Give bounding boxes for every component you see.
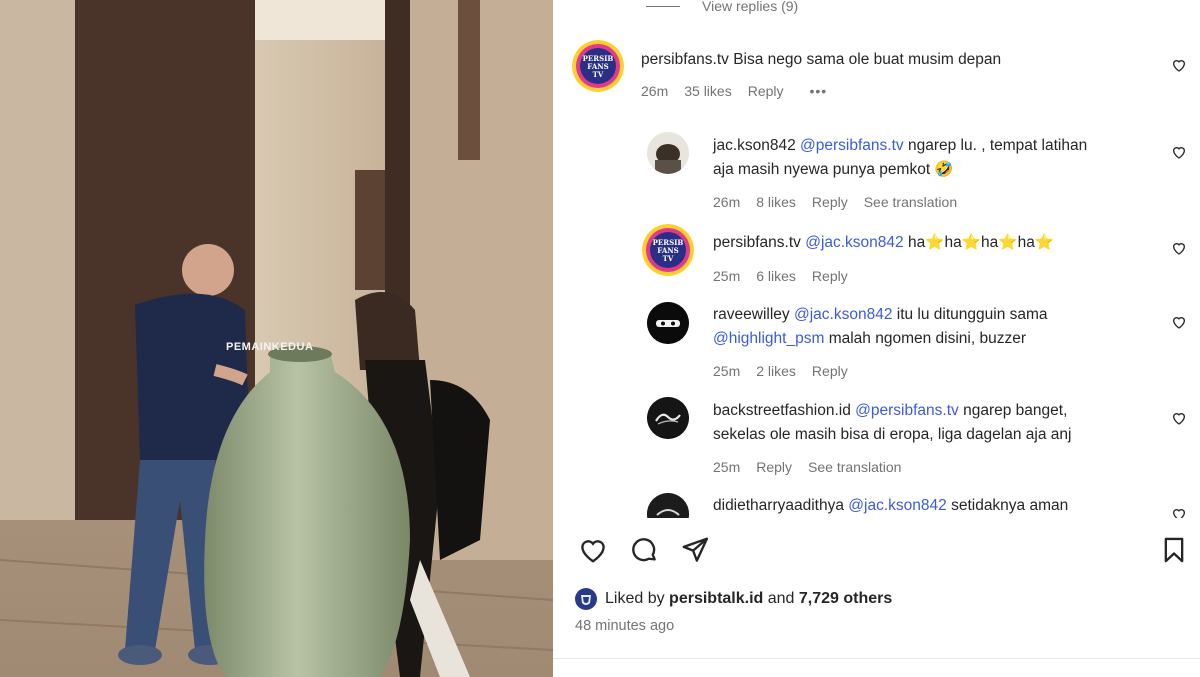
more-options-button[interactable]: ••• xyxy=(810,83,828,99)
comments-list[interactable]: View replies (9) PERSIB FANS TV persibfa… xyxy=(553,0,1200,518)
reply-body-line2: malah ngomen disini, buzzer xyxy=(824,330,1026,347)
reply-text: raveewilley @jac.kson842 itu lu ditunggu… xyxy=(713,303,1173,351)
reply-body-line2: aja masih nyewa punya pemkot 🤣 xyxy=(713,161,954,178)
comment-main-meta: 26m 35 likes Reply ••• xyxy=(641,83,827,99)
heart-icon[interactable] xyxy=(1171,240,1187,256)
liked-by-count[interactable]: 7,729 others xyxy=(799,590,892,607)
ninja-avatar-icon xyxy=(647,302,689,344)
reply-body-line1: ha⭐ha⭐ha⭐ha⭐ xyxy=(903,234,1055,251)
reply-button[interactable]: Reply xyxy=(756,459,792,475)
video-watermark: PEMAINKEDUA xyxy=(226,341,314,353)
heart-icon[interactable] xyxy=(577,535,609,565)
user-photo-icon xyxy=(647,493,689,518)
reply-text: didietharryaadithya @jac.kson842 setidak… xyxy=(713,494,1183,518)
heart-icon[interactable] xyxy=(1171,144,1187,160)
heart-icon[interactable] xyxy=(1171,410,1187,426)
post-timestamp[interactable]: 48 minutes ago xyxy=(575,618,674,634)
reply-time: 25m xyxy=(713,459,741,475)
reply-body-line1: ngarep banget, xyxy=(958,402,1068,419)
avatar-jackson[interactable] xyxy=(647,132,689,174)
comment-username[interactable]: persibfans.tv xyxy=(641,51,729,68)
reply-body-line1: setidaknya aman xyxy=(946,497,1069,514)
view-replies-line xyxy=(646,5,680,7)
reply-likes[interactable]: 2 likes xyxy=(756,363,796,379)
reply-button[interactable]: Reply xyxy=(812,268,848,284)
reply-username[interactable]: raveewilley xyxy=(713,306,790,323)
reply-button[interactable]: Reply xyxy=(748,83,784,99)
comment-body: Bisa nego sama ole buat musim depan xyxy=(733,51,1002,68)
reply-button[interactable]: Reply xyxy=(812,363,848,379)
heart-icon[interactable] xyxy=(1171,506,1187,518)
reply-meta: 25m Reply See translation xyxy=(713,459,901,475)
reply-username[interactable]: backstreetfashion.id xyxy=(713,402,851,419)
post-video[interactable]: PEMAINKEDUA xyxy=(0,0,553,677)
reply-meta: 26m 8 likes Reply See translation xyxy=(713,194,957,210)
avatar-text-3: TV xyxy=(662,254,674,263)
avatar-backstreetfashion[interactable] xyxy=(647,397,689,439)
reply-body-line1: itu lu ditungguin sama xyxy=(892,306,1048,323)
reply-mention[interactable]: @persibfans.tv xyxy=(855,402,959,419)
user-photo-icon xyxy=(647,132,689,174)
reply-meta: 25m 6 likes Reply xyxy=(713,268,848,284)
reply-button[interactable]: Reply xyxy=(812,194,848,210)
comment-likes[interactable]: 35 likes xyxy=(684,83,731,99)
avatar-persibfans[interactable]: PERSIB FANS TV xyxy=(572,40,624,92)
reply-text: jac.kson842 @persibfans.tv ngarep lu. , … xyxy=(713,134,1173,182)
comment-icon[interactable] xyxy=(629,535,659,565)
see-translation-button[interactable]: See translation xyxy=(864,194,957,210)
comments-panel: View replies (9) PERSIB FANS TV persibfa… xyxy=(553,0,1200,677)
liked-by: Liked by persibtalk.id and 7,729 others xyxy=(575,588,892,610)
reply-mention[interactable]: @jac.kson842 xyxy=(805,234,903,251)
liker-avatar-icon[interactable] xyxy=(575,588,597,610)
reply-mention[interactable]: @persibfans.tv xyxy=(800,137,904,154)
reply-body-line2: sekelas ole masih bisa di eropa, liga da… xyxy=(713,426,1072,443)
comment-main-text: persibfans.tv Bisa nego sama ole buat mu… xyxy=(641,48,1141,72)
reply-time: 25m xyxy=(713,268,741,284)
reply-time: 25m xyxy=(713,363,741,379)
post-actions-bar xyxy=(553,525,1200,577)
view-replies-label: View replies (9) xyxy=(702,0,799,14)
reply-meta: 25m 2 likes Reply xyxy=(713,363,848,379)
liked-by-and: and xyxy=(763,590,799,607)
bookmark-icon[interactable] xyxy=(1160,535,1188,565)
reply-body-line1: ngarep lu. , tempat latihan xyxy=(903,137,1088,154)
liked-by-user[interactable]: persibtalk.id xyxy=(669,590,763,607)
reply-text: backstreetfashion.id @persibfans.tv ngar… xyxy=(713,399,1183,447)
view-replies-link[interactable]: View replies (9) xyxy=(646,0,798,14)
reply-time: 26m xyxy=(713,194,741,210)
reply-likes[interactable]: 6 likes xyxy=(756,268,796,284)
reply-text: persibfans.tv @jac.kson842 ha⭐ha⭐ha⭐ha⭐ xyxy=(713,231,1173,255)
see-translation-button[interactable]: See translation xyxy=(808,459,901,475)
reply-username[interactable]: didietharryaadithya xyxy=(713,497,844,514)
avatar-text-3: TV xyxy=(592,70,604,79)
share-icon[interactable] xyxy=(680,535,710,565)
reply-mention-2[interactable]: @highlight_psm xyxy=(713,330,824,347)
liked-by-text: Liked by persibtalk.id and 7,729 others xyxy=(605,590,892,608)
brand-logo-icon xyxy=(647,397,689,439)
avatar-raveewilley[interactable] xyxy=(647,302,689,344)
avatar-didiet[interactable] xyxy=(647,493,689,518)
reply-username[interactable]: jac.kson842 xyxy=(713,137,796,154)
heart-icon[interactable] xyxy=(1171,57,1187,73)
reply-username[interactable]: persibfans.tv xyxy=(713,234,801,251)
liked-by-prefix: Liked by xyxy=(605,590,670,607)
avatar-persibfans[interactable]: PERSIB FANS TV xyxy=(642,224,694,276)
reply-mention[interactable]: @jac.kson842 xyxy=(848,497,946,514)
comment-time: 26m xyxy=(641,83,669,99)
video-frame xyxy=(0,0,553,677)
reply-mention[interactable]: @jac.kson842 xyxy=(794,306,892,323)
reply-likes[interactable]: 8 likes xyxy=(756,194,796,210)
divider xyxy=(553,658,1200,659)
heart-icon[interactable] xyxy=(1171,314,1187,330)
